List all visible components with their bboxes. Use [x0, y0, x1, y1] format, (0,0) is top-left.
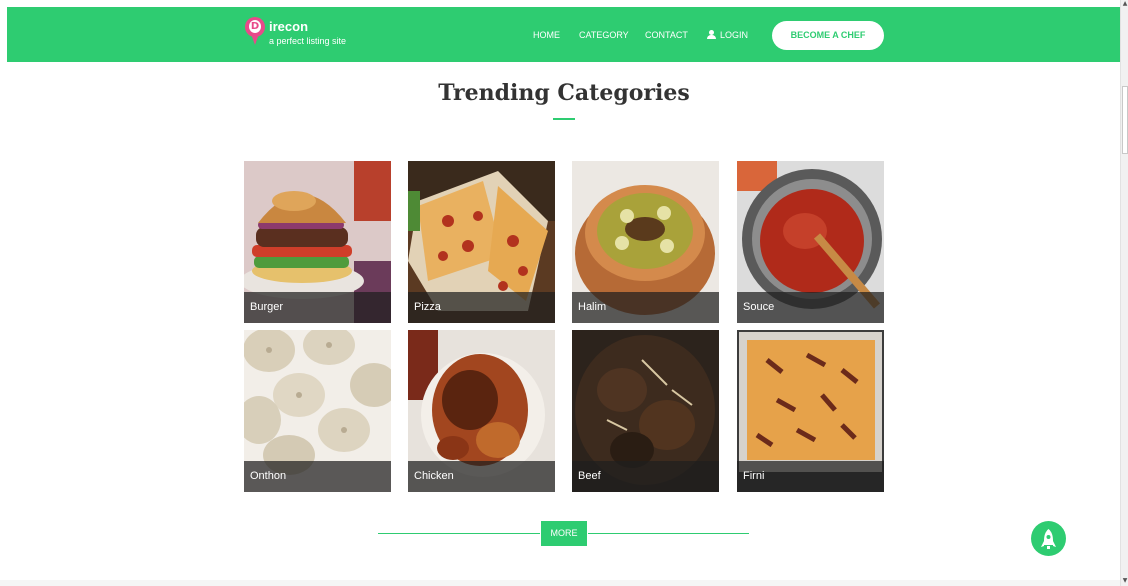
nav-login-label: LOGIN [720, 30, 749, 40]
scroll-down-icon[interactable]: ▼ [1122, 577, 1128, 585]
category-card-chicken[interactable]: Chicken [408, 330, 555, 492]
top-navbar: D irecon a perfect listing site HOME CAT… [7, 7, 1120, 62]
more-divider-left [378, 533, 540, 534]
logo-letter: D [249, 20, 261, 33]
category-label: Souce [737, 292, 884, 323]
map-pin-icon: D [245, 17, 265, 45]
nav-login-link[interactable]: LOGIN [707, 30, 748, 40]
user-icon [707, 30, 716, 39]
scroll-to-top-button[interactable] [1031, 521, 1066, 556]
category-card-burger[interactable]: Burger [244, 161, 391, 323]
category-label: Chicken [408, 461, 555, 492]
scrollbar-thumb[interactable] [1122, 86, 1128, 154]
title-underline [553, 118, 575, 120]
category-card-pizza[interactable]: Pizza [408, 161, 555, 323]
category-card-beef[interactable]: Beef [572, 330, 719, 492]
nav-home-link[interactable]: HOME [533, 30, 560, 40]
become-a-chef-button[interactable]: BECOME A CHEF [772, 21, 884, 50]
logo-tagline: a perfect listing site [269, 36, 347, 46]
category-card-souce[interactable]: Souce [737, 161, 884, 323]
more-button[interactable]: MORE [541, 521, 587, 546]
logo-name: irecon [269, 19, 309, 34]
category-card-halim[interactable]: Halim [572, 161, 719, 323]
category-label: Halim [572, 292, 719, 323]
more-divider-right [588, 533, 749, 534]
category-label: Burger [244, 292, 391, 323]
nav-contact-link[interactable]: CONTACT [645, 30, 688, 40]
category-label: Firni [737, 461, 884, 492]
category-label: Onthon [244, 461, 391, 492]
category-label: Pizza [408, 292, 555, 323]
category-card-firni[interactable]: Firni [737, 330, 884, 492]
section-title: Trending Categories [438, 80, 690, 106]
bottom-edge [0, 580, 1120, 586]
category-card-onthon[interactable]: Onthon [244, 330, 391, 492]
category-label: Beef [572, 461, 719, 492]
rocket-icon [1041, 529, 1056, 549]
scroll-up-icon[interactable]: ▲ [1122, 0, 1128, 8]
nav-category-link[interactable]: CATEGORY [579, 30, 629, 40]
